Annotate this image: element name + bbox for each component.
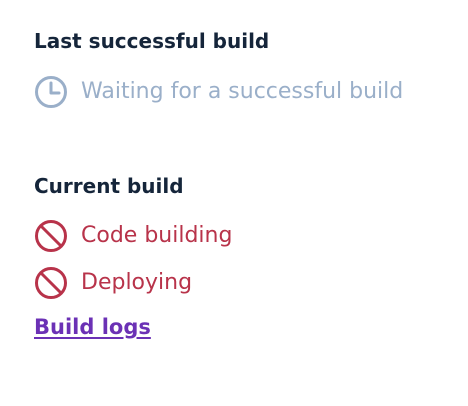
current-build-heading: Current build bbox=[34, 174, 184, 198]
build-logs-link[interactable]: Build logs bbox=[34, 315, 151, 339]
current-build-step-code-building: Code building bbox=[34, 218, 232, 254]
current-build-step-label: Deploying bbox=[81, 270, 193, 295]
clock-icon bbox=[34, 75, 68, 109]
last-successful-build-status-text: Waiting for a successful build bbox=[81, 79, 404, 104]
last-successful-build-heading: Last successful build bbox=[34, 29, 270, 53]
current-build-step-deploying: Deploying bbox=[34, 265, 192, 301]
blocked-icon bbox=[34, 219, 68, 253]
current-build-step-label: Code building bbox=[81, 223, 233, 248]
last-successful-build-status: Waiting for a successful build bbox=[34, 74, 403, 110]
blocked-icon bbox=[34, 266, 68, 300]
